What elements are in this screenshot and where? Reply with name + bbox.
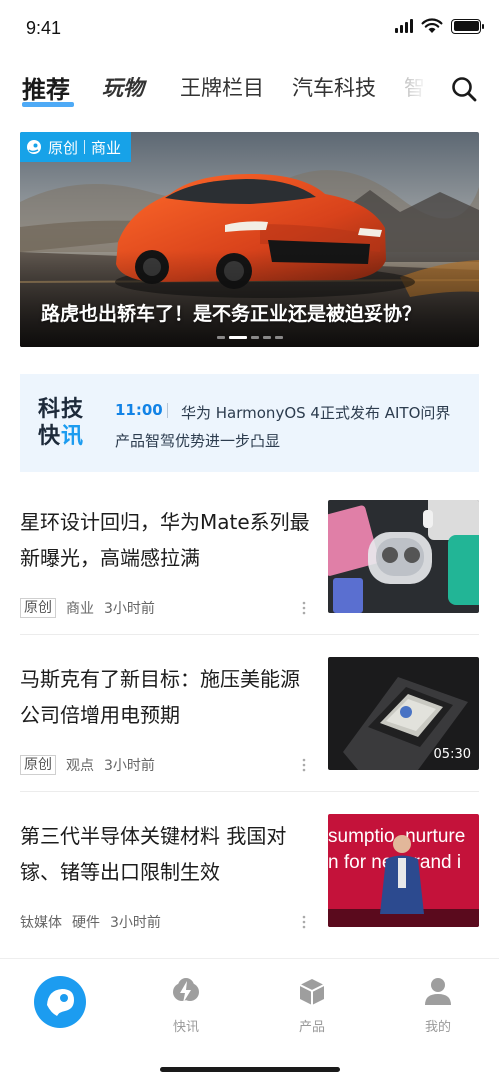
article-meta: 钛媒体 硬件 3小时前 (20, 912, 161, 932)
badge-category: 商业 (91, 138, 122, 157)
article-category: 商业 (66, 601, 94, 617)
carousel-dot[interactable] (275, 336, 283, 339)
flash-logo-line2a: 快 (38, 424, 62, 449)
article-category: 硬件 (72, 915, 100, 931)
wifi-icon (421, 18, 443, 33)
person-icon (425, 978, 451, 1005)
article-item[interactable]: 第三代半导体关键材料 我国对镓、锗等出口限制生效 钛媒体 硬件 3小时前 sum… (20, 814, 479, 972)
article-title: 第三代半导体关键材料 我国对镓、锗等出口限制生效 (20, 824, 287, 884)
original-tag: 原创 (20, 755, 56, 775)
carousel-dots (217, 336, 283, 339)
article-thumbnail (328, 500, 479, 613)
article-divider (20, 634, 479, 635)
original-tag: 原创 (20, 598, 56, 618)
status-time: 9:41 (26, 18, 62, 38)
article-time: 3小时前 (104, 601, 155, 617)
more-options-icon[interactable] (301, 757, 307, 773)
carousel-dot[interactable] (251, 336, 259, 339)
article-time: 3小时前 (104, 758, 155, 774)
search-icon[interactable] (449, 74, 479, 104)
flash-logo-line1: 科技 (38, 397, 85, 422)
carousel-dot[interactable] (229, 336, 247, 339)
article-source: 钛媒体 (20, 915, 62, 931)
original-logo-icon (27, 140, 41, 154)
active-tab-indicator (22, 102, 74, 107)
status-bar: 9:41 (0, 0, 499, 58)
banner-title: 路虎也出轿车了！是不务正业还是被迫妥协？ (41, 303, 422, 325)
speaker-figure (328, 835, 479, 927)
flash-logo-line2b: 讯 (61, 424, 85, 449)
article-meta: 原创 观点 3小时前 (20, 755, 155, 775)
badge-divider (84, 140, 86, 154)
hero-banner[interactable]: 原创 商业 路虎也出轿车了！是不务正业还是被迫妥协？ (20, 132, 479, 347)
tab-label-profile: 我的 (424, 1020, 451, 1035)
article-meta: 原创 商业 3小时前 (20, 598, 155, 618)
article-item[interactable]: 星环设计回归，华为Mate系列最新曝光，高端感拉满 原创 商业 3小时前 (20, 500, 479, 658)
article-thumbnail: sumptio nurture n for ne orand i (328, 814, 479, 927)
article-category: 观点 (66, 758, 94, 774)
carousel-dot[interactable] (217, 336, 225, 339)
tech-flash-logo: 科技 快讯 (38, 396, 98, 450)
home-logo-icon (34, 976, 86, 1028)
category-tabs: 推荐 玩物 王牌栏目 汽车科技 智 (0, 62, 499, 114)
more-options-icon[interactable] (301, 914, 307, 930)
tab-ace-columns[interactable]: 王牌栏目 (180, 72, 264, 102)
bottom-tab-bar: 快讯 产品 我的 (0, 958, 499, 1083)
article-divider (20, 791, 479, 792)
tab-auto-tech[interactable]: 汽车科技 (292, 72, 376, 102)
cube-icon (299, 979, 325, 1005)
article-title: 星环设计回归，华为Mate系列最新曝光，高端感拉满 (20, 510, 310, 570)
banner-badge: 原创 商业 (20, 132, 132, 162)
flash-headline: 华为 HarmonyOS 4正式发布 AITO问界产品智驾优势进一步凸显 (115, 404, 451, 450)
status-icons (395, 18, 484, 34)
tech-flash-card[interactable]: 科技 快讯 11:00 华为 HarmonyOS 4正式发布 AITO问界产品智… (20, 374, 479, 472)
tab-recommend[interactable]: 推荐 (22, 70, 70, 105)
video-duration: 05:30 (433, 747, 471, 762)
home-indicator (160, 1067, 340, 1072)
article-thumbnail: 05:30 (328, 657, 479, 770)
tab-overflow-fade (396, 62, 436, 114)
badge-original: 原创 (48, 138, 79, 157)
tab-gadgets[interactable]: 玩物 (102, 72, 144, 102)
cellular-signal-icon (395, 19, 413, 33)
flash-icon (173, 978, 199, 1003)
more-options-icon[interactable] (301, 600, 307, 616)
article-time: 3小时前 (110, 915, 161, 931)
article-item[interactable]: 马斯克有了新目标：施压美能源公司倍增用电预期 原创 观点 3小时前 05:30 (20, 657, 479, 815)
battery-icon (451, 18, 484, 34)
tab-label-flash: 快讯 (172, 1020, 199, 1035)
carousel-dot[interactable] (263, 336, 271, 339)
article-title: 马斯克有了新目标：施压美能源公司倍增用电预期 (20, 667, 300, 727)
tab-label-products: 产品 (298, 1020, 325, 1035)
